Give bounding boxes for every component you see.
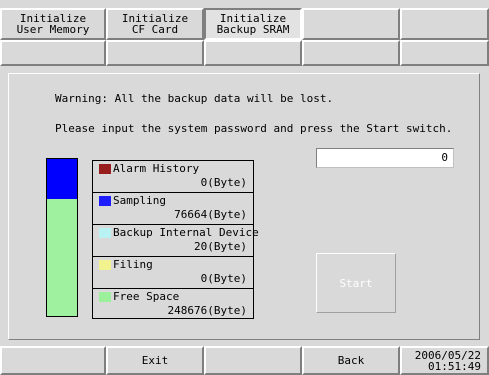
start-button[interactable]: Start — [316, 253, 396, 313]
warning-message: Warning: All the backup data will be los… — [55, 92, 334, 105]
row2-blank-button-1[interactable] — [0, 40, 106, 66]
row2-blank-button-2[interactable] — [106, 40, 204, 66]
instruction-message: Please input the system password and pre… — [55, 122, 453, 135]
initialize-user-memory-tab[interactable]: Initialize User Memory — [0, 8, 106, 40]
date-text: 2006/05/22 — [414, 348, 481, 362]
legend-name: Free Space — [113, 290, 180, 303]
legend-row-filing: Filing 0(Byte) — [93, 257, 253, 289]
exit-button-label: Exit — [141, 354, 169, 367]
legend-value: 20(Byte) — [194, 240, 247, 253]
sampling-swatch — [99, 196, 111, 206]
legend-value: 248676(Byte) — [167, 304, 247, 317]
legend-name: Alarm History — [113, 162, 200, 175]
backup-internal-device-swatch — [99, 228, 111, 238]
start-button-label: Start — [339, 276, 373, 290]
legend-name: Sampling — [113, 194, 166, 207]
used-memory-segment — [47, 159, 77, 199]
tab-line2: Backup SRAM — [216, 23, 290, 36]
legend-row-free-space: Free Space 248676(Byte) — [93, 289, 253, 318]
initialize-backup-sram-tab[interactable]: Initialize Backup SRAM — [204, 8, 302, 40]
filing-swatch — [99, 260, 111, 270]
datetime-display: 2006/05/22 01:51:49 — [400, 346, 489, 375]
legend-row-alarm-history: Alarm History 0(Byte) — [93, 161, 253, 193]
back-button-label: Back — [337, 354, 365, 367]
legend-name: Filing — [113, 258, 153, 271]
row2-blank-button-4[interactable] — [302, 40, 400, 66]
row2-blank-button-5[interactable] — [400, 40, 489, 66]
row2-blank-button-3[interactable] — [204, 40, 302, 66]
legend-value: 76664(Byte) — [174, 208, 247, 221]
bottom-blank-button-1[interactable] — [0, 346, 106, 375]
back-button[interactable]: Back — [302, 346, 400, 375]
screen: Initialize User Memory Initialize CF Car… — [0, 0, 489, 375]
time-text: 01:51:49 — [428, 359, 481, 373]
legend-name: Backup Internal Device — [113, 226, 259, 239]
alarm-history-swatch — [99, 164, 111, 174]
memory-legend: Alarm History 0(Byte) Sampling 76664(Byt… — [92, 160, 259, 319]
memory-usage-bar — [46, 158, 78, 317]
tab-line2: CF Card — [131, 23, 179, 36]
top-blank-button-2[interactable] — [400, 8, 489, 40]
free-space-swatch — [99, 292, 111, 302]
free-memory-segment — [47, 199, 77, 316]
initialize-cf-card-tab[interactable]: Initialize CF Card — [106, 8, 204, 40]
exit-button[interactable]: Exit — [106, 346, 204, 375]
tab-line2: User Memory — [16, 23, 90, 36]
legend-row-backup-internal-device: Backup Internal Device 20(Byte) — [93, 225, 259, 257]
legend-row-sampling: Sampling 76664(Byte) — [93, 193, 253, 225]
legend-value: 0(Byte) — [200, 176, 247, 189]
top-blank-button-1[interactable] — [302, 8, 400, 40]
bottom-blank-button-2[interactable] — [204, 346, 302, 375]
password-input[interactable]: 0 — [316, 148, 454, 168]
legend-value: 0(Byte) — [200, 272, 247, 285]
